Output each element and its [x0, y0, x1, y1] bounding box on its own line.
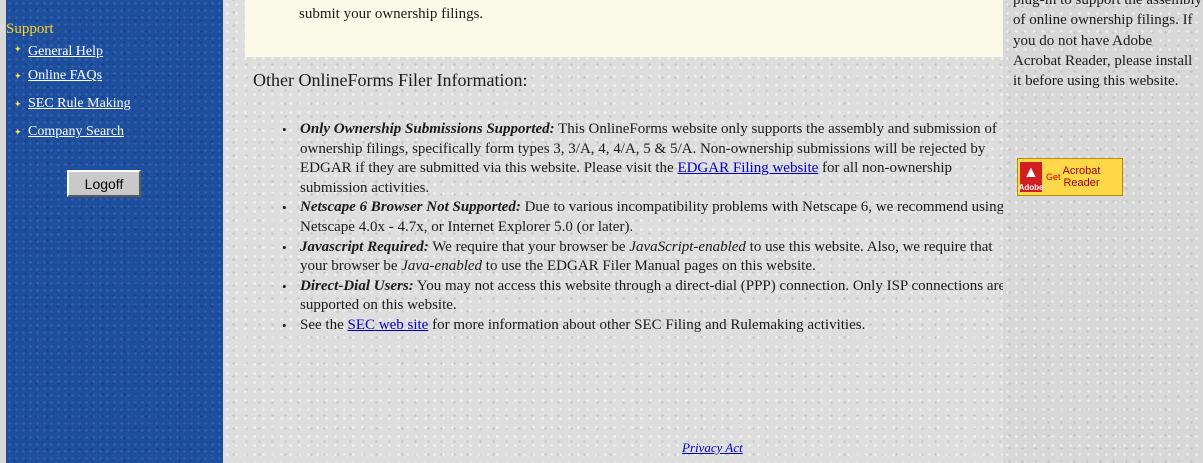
reader-label: Reader — [1063, 177, 1100, 189]
list-item-title: Only Ownership Submissions Supported: — [300, 121, 555, 137]
list-item: Javascript Required: We require that you… — [274, 238, 1014, 277]
list-item-title: Javascript Required: — [300, 238, 429, 255]
star-bullet-icon: ✦ — [14, 44, 22, 54]
list-item: Netscape 6 Browser Not Supported: Due to… — [274, 198, 1014, 237]
list-item-text: We require that your browser be — [428, 238, 630, 255]
notice-box: submit your ownership filings. — [245, 0, 1003, 57]
list-item: See the SEC web site for more informatio… — [274, 316, 1014, 336]
get-label: Get — [1046, 172, 1061, 182]
list-item: Only Ownership Submissions Supported: Th… — [274, 120, 1014, 198]
general-help-link[interactable]: General Help — [28, 44, 103, 60]
sidebar-item-general-help: ✦ General Help — [14, 44, 131, 62]
star-bullet-icon: ✦ — [14, 126, 22, 137]
sidebar-item-sec-rule-making: ✦ SEC Rule Making — [14, 90, 131, 118]
company-search-link[interactable]: Company Search — [28, 124, 124, 140]
get-acrobat-reader-button[interactable]: Adobe Get Acrobat Reader — [1017, 158, 1123, 196]
sidebar-nav: ✦ General Help ✦ Online FAQs ✦ SEC Rule … — [14, 44, 131, 146]
info-list: Only Ownership Submissions Supported: Th… — [274, 120, 1014, 336]
privacy-act-link[interactable]: Privacy Act — [682, 440, 743, 456]
section-heading: Other OnlineForms Filer Information: — [253, 70, 528, 90]
star-bullet-icon: ✦ — [14, 70, 22, 81]
notice-text: submit your ownership filings. — [299, 6, 484, 22]
edgar-filing-website-link[interactable]: EDGAR Filing website — [677, 160, 818, 176]
list-item: Direct-Dial Users: You may not access th… — [274, 277, 1014, 316]
online-faqs-link[interactable]: Online FAQs — [28, 68, 102, 84]
acrobat-label: Acrobat — [1062, 165, 1101, 177]
logoff-button[interactable]: Logoff — [67, 170, 141, 197]
sidebar-section-title: Support — [6, 21, 54, 37]
sec-rule-making-link[interactable]: SEC Rule Making — [28, 96, 131, 112]
main-content: submit your ownership filings. Other Onl… — [223, 0, 1005, 463]
right-column: plug-in to support the assembly of onlin… — [1003, 0, 1203, 463]
star-bullet-icon: ✦ — [14, 98, 22, 109]
list-item-title: Direct-Dial Users: — [300, 277, 414, 294]
acrobat-reader-label: Acrobat Reader — [1063, 165, 1101, 189]
list-item-text: to use the EDGAR Filer Manual pages on t… — [482, 258, 816, 275]
list-item-emphasis: Java-enabled — [401, 258, 483, 275]
list-item-emphasis: JavaScript-enabled — [629, 238, 746, 255]
list-item-title: Netscape 6 Browser Not Supported: — [300, 199, 521, 216]
adobe-logo-icon: Adobe — [1018, 162, 1044, 192]
adobe-brand-text: Adobe — [1018, 183, 1044, 192]
list-item-text: See the — [300, 316, 348, 333]
sidebar: Support ✦ General Help ✦ Online FAQs ✦ S… — [6, 0, 223, 463]
acrobat-notice-text: plug-in to support the assembly of onlin… — [1013, 0, 1203, 90]
sidebar-item-online-faqs: ✦ Online FAQs — [14, 62, 131, 90]
sec-web-site-link[interactable]: SEC web site — [347, 317, 428, 333]
list-item-text: for more information about other SEC Fil… — [428, 316, 866, 333]
sidebar-item-company-search: ✦ Company Search — [14, 118, 131, 146]
